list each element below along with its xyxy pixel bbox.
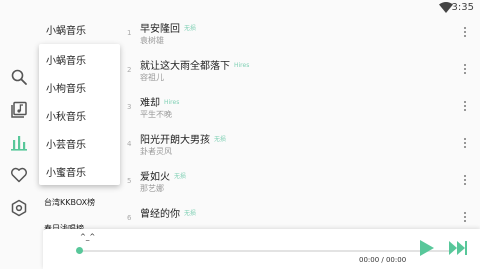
song-title: 难却 Hires bbox=[140, 98, 180, 109]
source-option[interactable]: 小枸音乐 bbox=[46, 80, 86, 95]
status-time: 3:35 bbox=[451, 2, 474, 13]
playback-time: 00:00 / 00:00 bbox=[359, 256, 407, 264]
quality-badge: 无损 bbox=[184, 25, 197, 32]
quality-badge: 无损 bbox=[214, 136, 227, 143]
now-playing-title: ^_^ bbox=[80, 233, 96, 241]
playlist-icon[interactable] bbox=[10, 101, 28, 119]
song-title: 阳光开朗大男孩 无损 bbox=[140, 135, 227, 146]
quality-badge: 无损 bbox=[184, 210, 197, 217]
song-index: 6 bbox=[127, 214, 132, 222]
song-artist: 卦者灵风 bbox=[140, 147, 172, 156]
play-icon[interactable] bbox=[417, 239, 435, 257]
song-row[interactable]: 1 早安隆回 无损 袁树雄 bbox=[120, 14, 480, 50]
source-option[interactable]: 小芸音乐 bbox=[46, 136, 86, 151]
source-option[interactable]: 小蜗音乐 bbox=[46, 52, 86, 67]
favorite-icon[interactable] bbox=[10, 166, 28, 184]
song-index: 5 bbox=[127, 177, 132, 185]
search-icon[interactable] bbox=[10, 68, 28, 86]
song-index: 3 bbox=[127, 103, 132, 111]
song-artist: 袁树雄 bbox=[140, 36, 164, 45]
quality-badge: Hires bbox=[234, 62, 250, 69]
song-row[interactable]: 6 曾经的你 无损 bbox=[120, 199, 480, 229]
song-index: 1 bbox=[127, 29, 132, 37]
source-option[interactable]: 小蜜音乐 bbox=[46, 164, 86, 179]
source-select[interactable]: 小蜗音乐 bbox=[46, 22, 86, 37]
player-bar: ^_^ 00:00 / 00:00 bbox=[43, 229, 480, 269]
song-row[interactable]: 4 阳光开朗大男孩 无损 卦者灵风 bbox=[120, 125, 480, 161]
more-icon[interactable] bbox=[460, 175, 470, 187]
more-icon[interactable] bbox=[460, 64, 470, 76]
song-artist: 平生不晚 bbox=[140, 110, 172, 119]
more-icon[interactable] bbox=[460, 27, 470, 39]
skip-next-icon[interactable] bbox=[448, 239, 468, 257]
song-row[interactable]: 3 难却 Hires 平生不晚 bbox=[120, 88, 480, 124]
chart-item-kkbox[interactable]: 台湾KKBOX榜 bbox=[44, 197, 95, 208]
song-list: 1 早安隆回 无损 袁树雄 2 就让这大雨全都落下 Hires 容祖儿 3 难却 Hi… bbox=[120, 14, 480, 229]
song-index: 2 bbox=[127, 66, 132, 74]
more-icon[interactable] bbox=[460, 212, 470, 224]
source-option[interactable]: 小秋音乐 bbox=[46, 108, 86, 123]
song-artist: 那艺娜 bbox=[140, 184, 164, 193]
song-index: 4 bbox=[127, 140, 132, 148]
song-title: 爱如火 无损 bbox=[140, 172, 187, 183]
source-dropdown-menu: 小蜗音乐 小枸音乐 小秋音乐 小芸音乐 小蜜音乐 bbox=[39, 44, 120, 185]
song-title: 早安隆回 无损 bbox=[140, 24, 197, 35]
progress-handle[interactable] bbox=[76, 247, 83, 254]
quality-badge: 无损 bbox=[174, 173, 187, 180]
quality-badge: Hires bbox=[164, 99, 180, 106]
song-artist: 容祖儿 bbox=[140, 73, 164, 82]
settings-icon[interactable] bbox=[10, 199, 28, 217]
song-row[interactable]: 2 就让这大雨全都落下 Hires 容祖儿 bbox=[120, 51, 480, 87]
progress-track[interactable] bbox=[79, 250, 449, 252]
more-icon[interactable] bbox=[460, 138, 470, 150]
song-row[interactable]: 5 爱如火 无损 那艺娜 bbox=[120, 162, 480, 198]
song-title: 就让这大雨全都落下 Hires bbox=[140, 61, 250, 72]
song-title: 曾经的你 无损 bbox=[140, 209, 197, 220]
leaderboard-icon[interactable] bbox=[10, 134, 28, 152]
app-screen: 3:35 小蜗音乐 台湾KKBOX榜 春日浅唱榜 bbox=[0, 0, 480, 269]
more-icon[interactable] bbox=[460, 101, 470, 113]
